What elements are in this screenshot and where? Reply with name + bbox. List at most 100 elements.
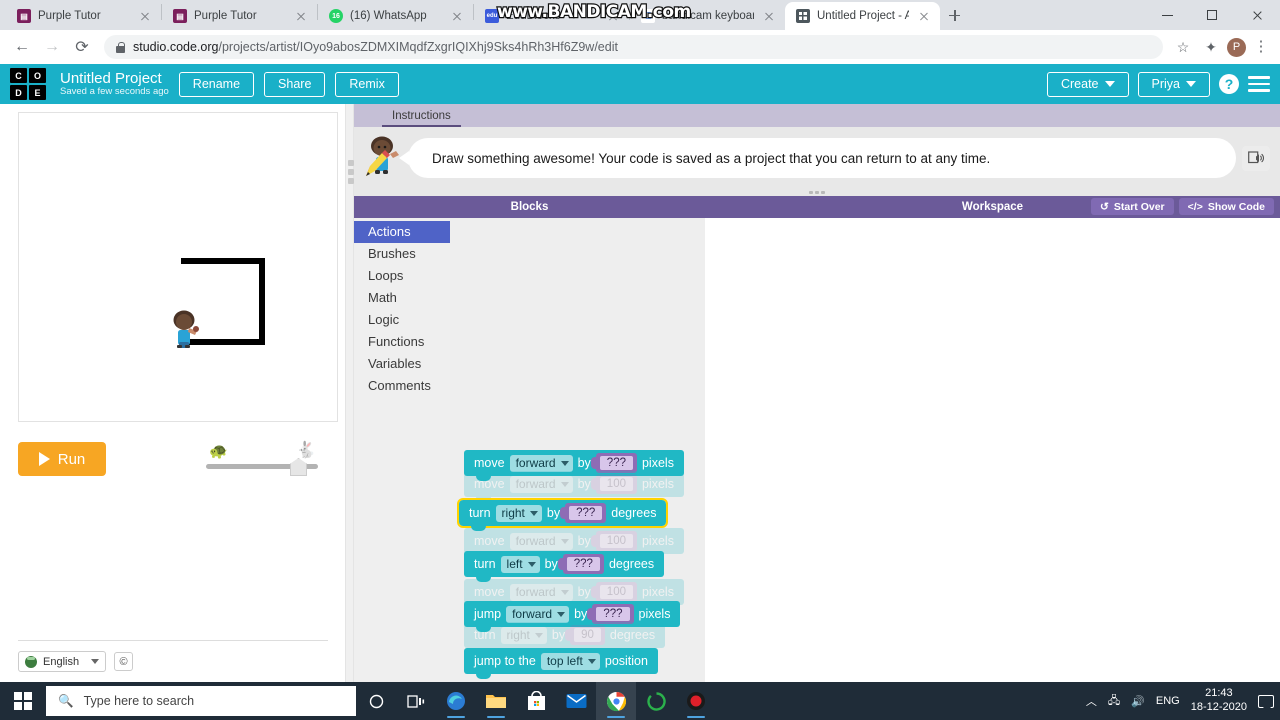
sidebar-item-math[interactable]: Math bbox=[354, 287, 450, 309]
chrome-icon[interactable] bbox=[596, 682, 636, 720]
network-icon[interactable]: 🖧 bbox=[1108, 692, 1120, 711]
back-icon[interactable]: ← bbox=[8, 33, 36, 61]
language-selector[interactable]: English bbox=[18, 651, 107, 672]
browser-tab-5-active[interactable]: Untitled Project - Artist bbox=[785, 2, 940, 30]
workspace-header: Workspace ↺ Start Over </> Show Code bbox=[705, 196, 1280, 218]
workspace-canvas[interactable] bbox=[705, 218, 1280, 682]
block-turn-left[interactable]: turn left by??? degrees bbox=[464, 550, 665, 582]
block-value-slot[interactable]: ??? bbox=[587, 604, 634, 624]
globe-icon bbox=[25, 655, 37, 668]
close-icon[interactable] bbox=[449, 8, 465, 24]
copyright-button[interactable]: © bbox=[114, 652, 134, 671]
cortana-icon[interactable] bbox=[356, 682, 396, 720]
start-button[interactable] bbox=[0, 682, 46, 720]
codeorg-logo-icon[interactable]: C O D E bbox=[10, 68, 46, 100]
clock[interactable]: 21:43 18-12-2020 bbox=[1191, 687, 1247, 715]
browser-tab-1[interactable]: ▤ Purple Tutor bbox=[162, 2, 317, 30]
block-dropdown[interactable]: forward bbox=[506, 605, 570, 623]
mail-icon[interactable] bbox=[556, 682, 596, 720]
bandicam-icon[interactable] bbox=[676, 682, 716, 720]
block-text: degrees bbox=[608, 557, 655, 571]
minimize-button[interactable] bbox=[1145, 0, 1190, 30]
speed-slider[interactable]: 🐢 🐇 bbox=[206, 442, 318, 476]
block-dropdown[interactable]: right bbox=[495, 504, 542, 522]
workspace-actions: ↺ Start Over </> Show Code bbox=[1091, 198, 1274, 215]
profile-avatar[interactable]: P bbox=[1227, 37, 1246, 57]
file-explorer-icon[interactable] bbox=[476, 682, 516, 720]
slider-thumb[interactable] bbox=[290, 458, 307, 476]
volume-icon[interactable]: 🔊 bbox=[1131, 695, 1145, 708]
create-menu-button[interactable]: Create bbox=[1046, 71, 1129, 97]
close-icon[interactable] bbox=[137, 8, 153, 24]
tab-title: Purple Tutor bbox=[194, 10, 257, 22]
block-move-ghost-1[interactable]: move forward by 100 pixels bbox=[464, 470, 684, 502]
canvas-column: Run 🐢 🐇 English © bbox=[0, 104, 345, 682]
block-dropdown[interactable]: forward bbox=[509, 583, 573, 601]
forward-icon[interactable]: → bbox=[38, 33, 66, 61]
loading-icon[interactable] bbox=[636, 682, 676, 720]
bookmark-star-icon[interactable]: ☆ bbox=[1171, 39, 1195, 56]
block-value-slot[interactable]: ??? bbox=[560, 503, 607, 523]
reload-icon[interactable]: ⟳ bbox=[68, 33, 96, 61]
show-hidden-icons-chevron-icon[interactable]: ︿ bbox=[1086, 693, 1097, 709]
help-icon[interactable]: ? bbox=[1219, 74, 1239, 94]
sidebar-item-functions[interactable]: Functions bbox=[354, 331, 450, 353]
chevron-down-icon bbox=[1104, 81, 1115, 87]
panel-resize-handle[interactable] bbox=[345, 104, 354, 682]
block-dropdown[interactable]: left bbox=[500, 555, 540, 573]
block-dropdown[interactable]: right bbox=[500, 626, 547, 644]
sidebar-item-actions[interactable]: Actions bbox=[354, 221, 450, 243]
close-icon[interactable] bbox=[761, 8, 777, 24]
blocks-flyout[interactable]: move forward by??? pixels move forward by 100 pi… bbox=[450, 218, 705, 682]
new-tab-button[interactable] bbox=[940, 1, 968, 29]
sidebar-item-brushes[interactable]: Brushes bbox=[354, 243, 450, 265]
block-value-slot[interactable]: 100 bbox=[590, 474, 637, 494]
sidebar-item-comments[interactable]: Comments bbox=[354, 375, 450, 397]
close-icon[interactable] bbox=[916, 8, 932, 24]
microsoft-store-icon[interactable] bbox=[516, 682, 556, 720]
block-value-slot[interactable]: ??? bbox=[557, 554, 604, 574]
browser-tab-2[interactable]: 16 (16) WhatsApp bbox=[318, 2, 473, 30]
run-button[interactable]: Run bbox=[18, 442, 106, 476]
block-value-slot[interactable]: 100 bbox=[590, 582, 637, 602]
show-code-button[interactable]: </> Show Code bbox=[1178, 198, 1274, 215]
edge-icon[interactable] bbox=[436, 682, 476, 720]
maximize-button[interactable] bbox=[1190, 0, 1235, 30]
tab-instructions[interactable]: Instructions bbox=[382, 110, 461, 127]
instructions-resize-grip[interactable] bbox=[354, 189, 1280, 196]
close-icon[interactable] bbox=[293, 8, 309, 24]
search-input[interactable]: 🔍 Type here to search bbox=[46, 686, 356, 716]
remix-button[interactable]: Remix bbox=[335, 71, 399, 97]
sidebar-item-variables[interactable]: Variables bbox=[354, 353, 450, 375]
block-value-slot[interactable]: 100 bbox=[590, 531, 637, 551]
extensions-puzzle-icon[interactable]: ✦ bbox=[1199, 39, 1223, 56]
browser-tab-0[interactable]: ▤ Purple Tutor bbox=[6, 2, 161, 30]
user-menu-button[interactable]: Priya bbox=[1137, 71, 1210, 97]
artist-canvas[interactable] bbox=[18, 112, 338, 422]
block-turn-right[interactable]: turn right by??? degrees bbox=[456, 498, 669, 531]
share-button[interactable]: Share bbox=[264, 71, 326, 97]
block-dropdown[interactable]: top left bbox=[540, 652, 600, 670]
sidebar-item-loops[interactable]: Loops bbox=[354, 265, 450, 287]
block-value-slot[interactable]: ??? bbox=[590, 453, 637, 473]
hamburger-menu-icon[interactable] bbox=[1248, 76, 1270, 92]
block-text: pixels bbox=[641, 534, 674, 548]
block-dropdown[interactable]: forward bbox=[509, 454, 573, 472]
text-to-speech-icon[interactable] bbox=[1242, 145, 1270, 171]
rename-button[interactable]: Rename bbox=[178, 71, 255, 97]
chrome-menu-icon[interactable]: ⋮ bbox=[1250, 39, 1272, 54]
address-bar[interactable]: studio.code.org/projects/artist/IOyo9abo… bbox=[104, 35, 1163, 59]
block-dropdown[interactable]: forward bbox=[509, 532, 573, 550]
notifications-icon[interactable] bbox=[1258, 694, 1274, 712]
task-view-icon[interactable] bbox=[396, 682, 436, 720]
block-turn-ghost-4[interactable]: turn right by 90 degrees bbox=[464, 621, 666, 653]
start-over-button[interactable]: ↺ Start Over bbox=[1091, 198, 1174, 215]
block-jump-to-position[interactable]: jump to the top left position bbox=[464, 647, 658, 679]
block-dropdown[interactable]: forward bbox=[509, 475, 573, 493]
close-window-button[interactable] bbox=[1235, 0, 1280, 30]
sidebar-item-logic[interactable]: Logic bbox=[354, 309, 450, 331]
codeorg-artist-app: C O D E Untitled Project Saved a few sec… bbox=[0, 64, 1280, 682]
block-value-slot[interactable]: 90 bbox=[565, 625, 605, 645]
language-indicator[interactable]: ENG bbox=[1156, 695, 1180, 707]
blockly-area: Blocks Actions Brushes Loops Math Logic … bbox=[354, 196, 1280, 682]
